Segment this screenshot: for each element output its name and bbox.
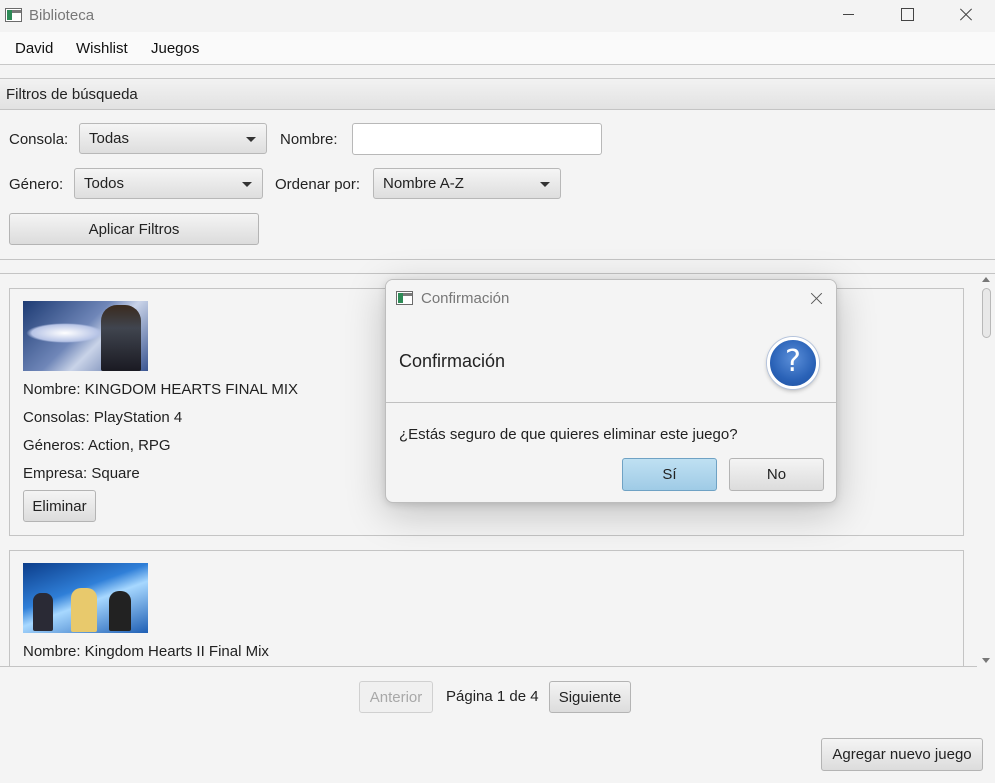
game-consoles: Consolas: PlayStation 4 bbox=[23, 409, 183, 426]
menu-item-david[interactable]: David bbox=[15, 40, 53, 57]
console-select-value: Todas bbox=[89, 130, 130, 147]
chevron-down-icon bbox=[242, 182, 252, 187]
name-input[interactable] bbox=[352, 123, 602, 155]
dialog-message: ¿Estás seguro de que quieres eliminar es… bbox=[399, 426, 738, 443]
add-game-button[interactable]: Agregar nuevo juego bbox=[821, 738, 983, 771]
minimize-icon[interactable] bbox=[820, 0, 878, 32]
sort-select-value: Nombre A-Z bbox=[383, 175, 464, 192]
question-icon: ? bbox=[767, 337, 819, 389]
genre-select[interactable]: Todos bbox=[74, 168, 263, 199]
game-company: Empresa: Square bbox=[23, 465, 140, 482]
window-titlebar: Biblioteca bbox=[0, 0, 995, 32]
chevron-down-icon bbox=[246, 137, 256, 142]
page-indicator: Página 1 de 4 bbox=[446, 688, 539, 705]
name-label: Nombre: bbox=[280, 131, 338, 148]
scroll-thumb[interactable] bbox=[982, 288, 991, 338]
game-cover-image bbox=[23, 301, 148, 371]
genre-label: Género: bbox=[9, 176, 64, 193]
filters-panel-header[interactable]: Filtros de búsqueda bbox=[0, 78, 995, 110]
dialog-header-text: Confirmación bbox=[399, 351, 506, 371]
dialog-titlebar: Confirmación bbox=[386, 280, 836, 316]
game-name: Nombre: KINGDOM HEARTS FINAL MIX bbox=[23, 381, 299, 398]
filters-title: Filtros de búsqueda bbox=[6, 86, 138, 103]
previous-page-button[interactable]: Anterior bbox=[359, 681, 433, 713]
console-select[interactable]: Todas bbox=[79, 123, 267, 154]
menu-bar: David Wishlist Juegos bbox=[0, 32, 995, 65]
delete-button[interactable]: Eliminar bbox=[23, 490, 96, 522]
scroll-up-icon[interactable] bbox=[982, 277, 990, 282]
game-character bbox=[71, 588, 97, 632]
game-character bbox=[109, 591, 131, 631]
sort-select[interactable]: Nombre A-Z bbox=[373, 168, 561, 199]
game-character bbox=[33, 593, 53, 631]
yes-button[interactable]: Sí bbox=[622, 458, 717, 491]
sort-label: Ordenar por: bbox=[275, 176, 361, 193]
maximize-icon[interactable] bbox=[878, 0, 936, 32]
game-logo bbox=[26, 323, 104, 343]
apply-filters-button[interactable]: Aplicar Filtros bbox=[9, 213, 259, 245]
close-icon[interactable] bbox=[937, 0, 995, 32]
chevron-down-icon bbox=[540, 182, 550, 187]
menu-item-wishlist[interactable]: Wishlist bbox=[76, 40, 128, 57]
genre-select-value: Todos bbox=[84, 175, 125, 192]
no-button[interactable]: No bbox=[729, 458, 824, 491]
console-label: Consola: bbox=[9, 131, 69, 148]
game-genres: Géneros: Action, RPG bbox=[23, 437, 171, 454]
app-icon bbox=[5, 8, 22, 22]
game-cover-image bbox=[23, 563, 148, 633]
next-page-button[interactable]: Siguiente bbox=[549, 681, 631, 713]
game-character bbox=[101, 305, 141, 371]
app-icon bbox=[396, 291, 413, 305]
game-name: Nombre: Kingdom Hearts II Final Mix bbox=[23, 643, 269, 660]
window-title: Biblioteca bbox=[29, 7, 95, 24]
menu-item-juegos[interactable]: Juegos bbox=[151, 40, 199, 57]
dialog-title: Confirmación bbox=[421, 290, 510, 307]
dialog-close-icon[interactable] bbox=[801, 288, 831, 310]
dialog-header: Confirmación ? bbox=[386, 316, 836, 403]
scroll-down-icon[interactable] bbox=[982, 658, 990, 663]
filters-panel: Consola: Todas Nombre: Género: Todos Ord… bbox=[0, 110, 995, 260]
game-card: Nombre: Kingdom Hearts II Final Mix bbox=[9, 550, 964, 666]
list-scrollbar[interactable] bbox=[977, 274, 995, 667]
confirmation-dialog: Confirmación Confirmación ? ¿Estás segur… bbox=[385, 279, 837, 503]
